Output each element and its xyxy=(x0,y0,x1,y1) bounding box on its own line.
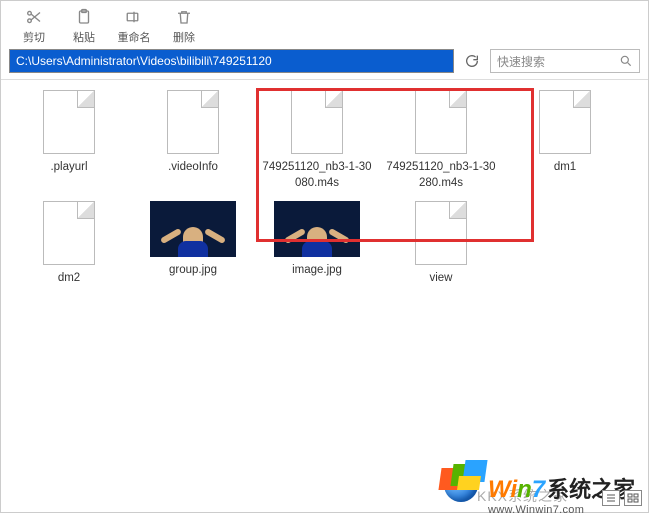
view-list-button[interactable] xyxy=(602,490,620,506)
file-name: 749251120_nb3-1-30080.m4s xyxy=(262,160,372,191)
search-placeholder: 快速搜索 xyxy=(497,53,545,70)
paste-button[interactable]: 粘贴 xyxy=(59,7,109,45)
search-icon xyxy=(619,54,633,68)
paste-label: 粘贴 xyxy=(73,29,95,45)
refresh-icon xyxy=(464,53,480,69)
clipboard-icon xyxy=(75,7,93,27)
rename-icon xyxy=(125,7,143,27)
rename-button[interactable]: 重命名 xyxy=(109,7,159,45)
file-item[interactable]: dm2 xyxy=(7,201,131,287)
file-row: dm2 group.jpg image.jpg view xyxy=(7,201,642,287)
image-thumbnail xyxy=(274,201,360,257)
file-name: .videoInfo xyxy=(168,160,218,176)
address-bar-row: C:\Users\Administrator\Videos\bilibili\7… xyxy=(1,49,648,79)
address-bar[interactable]: C:\Users\Administrator\Videos\bilibili\7… xyxy=(9,49,454,73)
file-icon xyxy=(415,201,467,265)
delete-label: 删除 xyxy=(173,29,195,45)
view-controls xyxy=(602,490,642,506)
file-item[interactable]: .videoInfo xyxy=(131,90,255,191)
windows-flag-icon xyxy=(438,466,484,506)
file-name: dm2 xyxy=(58,271,80,287)
file-icon xyxy=(43,201,95,265)
toolbar: 剪切 粘贴 重命名 删除 xyxy=(1,1,648,49)
search-input[interactable]: 快速搜索 xyxy=(490,49,640,73)
file-icon xyxy=(291,90,343,154)
view-grid-button[interactable] xyxy=(624,490,642,506)
brand-url: www.Winwin7.com xyxy=(488,504,584,516)
delete-button[interactable]: 删除 xyxy=(159,7,209,45)
image-thumbnail xyxy=(150,201,236,257)
file-item[interactable]: group.jpg xyxy=(131,201,255,287)
rename-label: 重命名 xyxy=(118,29,151,45)
file-item[interactable]: view xyxy=(379,201,503,287)
file-item[interactable]: .playurl xyxy=(7,90,131,191)
trash-icon xyxy=(175,7,193,27)
file-name: dm1 xyxy=(554,160,576,176)
file-name: group.jpg xyxy=(169,263,217,279)
file-name: .playurl xyxy=(50,160,87,176)
file-name: image.jpg xyxy=(292,263,342,279)
file-name: view xyxy=(429,271,452,287)
file-pane[interactable]: .playurl .videoInfo 749251120_nb3-1-3008… xyxy=(1,79,648,472)
path-text: C:\Users\Administrator\Videos\bilibili\7… xyxy=(16,54,272,68)
file-item[interactable]: dm1 xyxy=(503,90,627,191)
file-name: 749251120_nb3-1-30280.m4s xyxy=(386,160,496,191)
file-item[interactable]: 749251120_nb3-1-30080.m4s xyxy=(255,90,379,191)
scissors-icon xyxy=(25,7,43,27)
file-icon xyxy=(167,90,219,154)
file-item[interactable]: 749251120_nb3-1-30280.m4s xyxy=(379,90,503,191)
file-item[interactable]: image.jpg xyxy=(255,201,379,287)
cut-button[interactable]: 剪切 xyxy=(9,7,59,45)
file-icon xyxy=(539,90,591,154)
file-row: .playurl .videoInfo 749251120_nb3-1-3008… xyxy=(7,90,642,191)
file-icon xyxy=(43,90,95,154)
file-icon xyxy=(415,90,467,154)
cut-label: 剪切 xyxy=(23,29,45,45)
refresh-button[interactable] xyxy=(460,49,484,73)
